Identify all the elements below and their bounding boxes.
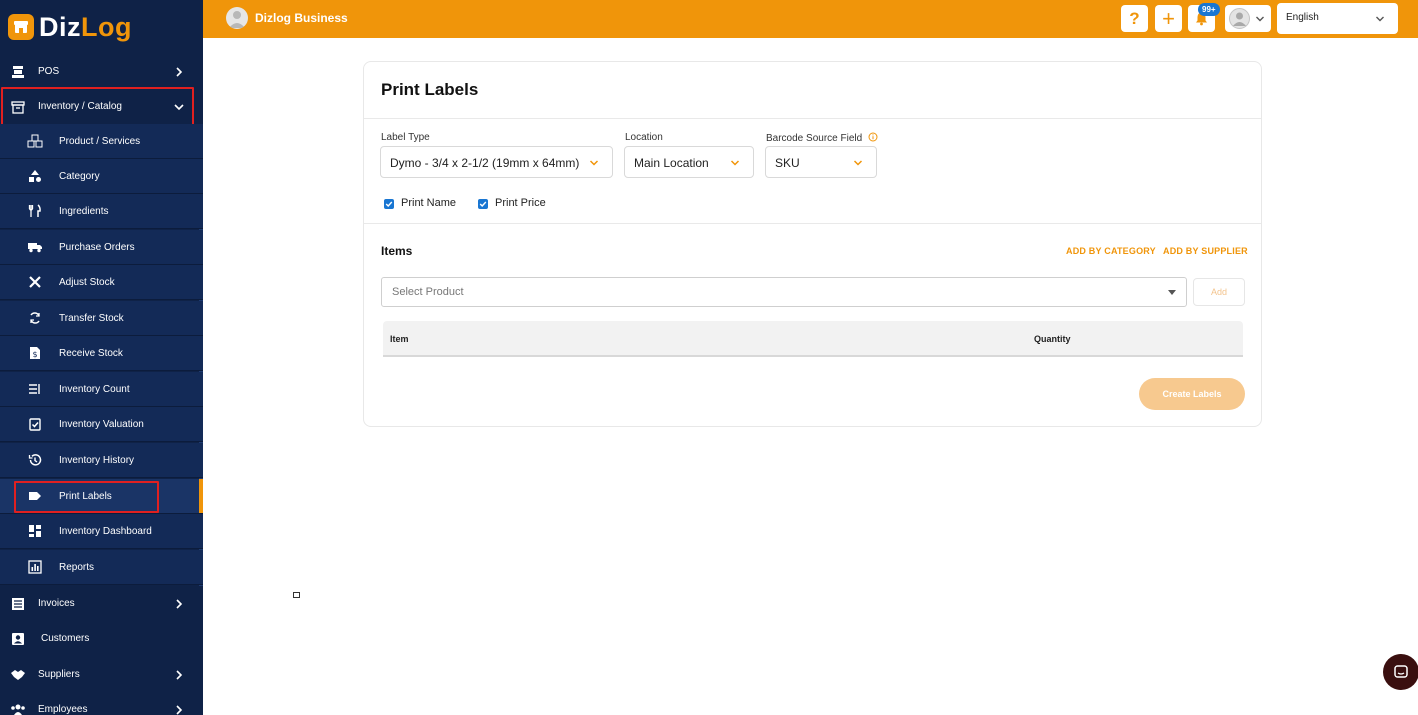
barcode-source-label: Barcode Source Field	[766, 132, 878, 144]
list-icon	[27, 381, 43, 397]
label-type-label: Label Type	[381, 132, 430, 143]
sidebar-item-inventory-history[interactable]: Inventory History	[0, 443, 203, 478]
user-avatar-icon	[1229, 8, 1250, 29]
chevron-down-icon	[1376, 16, 1384, 22]
svg-text:$: $	[32, 350, 37, 359]
chevron-right-icon	[176, 66, 183, 77]
chevron-right-icon	[176, 598, 183, 609]
users-icon	[10, 702, 26, 715]
sidebar-item-employees[interactable]: Employees	[0, 692, 203, 715]
sidebar-item-inventory-valuation[interactable]: Inventory Valuation	[0, 407, 203, 442]
business-name[interactable]: Dizlog Business	[255, 11, 348, 25]
receipt-dollar-icon: $	[27, 345, 43, 361]
print-price-checkbox[interactable]	[478, 199, 488, 209]
location-select[interactable]: Main Location	[624, 146, 754, 178]
location-label: Location	[625, 132, 663, 143]
sidebar-item-receive-stock[interactable]: $ Receive Stock	[0, 336, 203, 371]
shapes-icon	[27, 168, 43, 184]
register-icon	[10, 64, 26, 80]
add-by-category-link[interactable]: ADD BY CATEGORY	[1066, 246, 1156, 256]
sidebar-item-inventory-catalog[interactable]: Inventory / Catalog	[0, 89, 203, 124]
sidebar-item-ingredients[interactable]: Ingredients	[0, 194, 203, 229]
info-icon[interactable]	[868, 132, 878, 142]
sidebar-item-transfer-stock[interactable]: Transfer Stock	[0, 301, 203, 336]
chat-icon	[1394, 665, 1408, 678]
chevron-down-icon	[730, 160, 740, 166]
chevron-down-icon	[853, 160, 863, 166]
chevron-down-icon	[1256, 16, 1264, 22]
question-icon: ?	[1129, 8, 1140, 28]
history-icon	[27, 452, 43, 468]
plus-icon: +	[1162, 5, 1175, 31]
add-product-button[interactable]: Add	[1193, 278, 1245, 306]
select-product-dropdown[interactable]: Select Product	[381, 277, 1187, 307]
brand-logo[interactable]: DizLog	[0, 0, 203, 54]
print-labels-card: Print Labels Label Type Dymo - 3/4 x 2-1…	[363, 61, 1262, 427]
sidebar-item-suppliers[interactable]: Suppliers	[0, 657, 203, 692]
dashboard-icon	[27, 523, 43, 539]
archive-icon	[10, 99, 26, 115]
sidebar-item-purchase-orders[interactable]: Purchase Orders	[0, 230, 203, 265]
caret-down-icon	[1168, 290, 1176, 295]
items-title: Items	[381, 244, 413, 258]
chevron-down-icon	[174, 103, 184, 110]
sync-icon	[27, 310, 43, 326]
handshake-icon	[10, 667, 26, 683]
notification-badge: 99+	[1198, 3, 1220, 16]
boxes-icon	[27, 133, 43, 149]
add-by-supplier-link[interactable]: ADD BY SUPPLIER	[1163, 246, 1248, 256]
chevron-right-icon	[176, 669, 183, 680]
business-avatar[interactable]	[226, 7, 248, 29]
chevron-right-icon	[176, 704, 183, 715]
items-table-header: Item Quantity	[383, 321, 1243, 357]
barcode-source-select[interactable]: SKU	[765, 146, 877, 178]
bar-chart-icon	[27, 559, 43, 575]
column-quantity: Quantity	[1034, 334, 1071, 344]
sidebar: DizLog POS Inventory / Catalog Product /…	[0, 0, 203, 715]
truck-icon	[27, 239, 43, 255]
print-name-checkbox[interactable]	[384, 199, 394, 209]
sidebar-item-print-labels[interactable]: Print Labels	[0, 479, 203, 514]
invoice-icon	[10, 596, 26, 612]
language-select[interactable]: English	[1277, 3, 1398, 34]
create-labels-button[interactable]: Create Labels	[1139, 378, 1245, 410]
small-window-icon	[293, 592, 300, 598]
clipboard-check-icon	[27, 416, 43, 432]
sidebar-item-pos[interactable]: POS	[0, 54, 203, 89]
chevron-down-icon	[589, 160, 599, 166]
page-title: Print Labels	[381, 80, 479, 99]
sidebar-item-inventory-count[interactable]: Inventory Count	[0, 372, 203, 407]
check-icon	[385, 201, 393, 208]
label-type-select[interactable]: Dymo - 3/4 x 2-1/2 (19mm x 64mm)	[380, 146, 613, 178]
top-bar: Dizlog Business ? + 99+ English	[203, 0, 1418, 38]
print-name-label[interactable]: Print Name	[401, 197, 456, 209]
sidebar-item-customers[interactable]: Customers	[0, 621, 203, 656]
contact-card-icon	[10, 631, 26, 647]
sidebar-item-adjust-stock[interactable]: Adjust Stock	[0, 265, 203, 300]
label-tag-icon	[27, 488, 43, 504]
sidebar-item-product-services[interactable]: Product / Services	[0, 124, 203, 159]
sidebar-item-inventory-dashboard[interactable]: Inventory Dashboard	[0, 514, 203, 549]
column-item: Item	[390, 334, 409, 344]
help-button[interactable]: ?	[1121, 5, 1148, 32]
tools-icon	[27, 274, 43, 290]
store-icon	[8, 14, 34, 40]
sidebar-item-category[interactable]: Category	[0, 159, 203, 194]
brand-name: DizLog	[39, 11, 132, 42]
print-price-label[interactable]: Print Price	[495, 197, 546, 209]
fork-knife-icon	[27, 203, 43, 219]
divider	[364, 223, 1261, 224]
check-icon	[479, 201, 487, 208]
user-menu-button[interactable]	[1225, 5, 1271, 32]
sidebar-item-reports[interactable]: Reports	[0, 550, 203, 585]
active-indicator	[199, 479, 203, 513]
chat-button[interactable]	[1383, 654, 1418, 690]
sidebar-item-invoices[interactable]: Invoices	[0, 586, 203, 621]
add-button[interactable]: +	[1155, 5, 1182, 32]
divider	[364, 118, 1261, 119]
